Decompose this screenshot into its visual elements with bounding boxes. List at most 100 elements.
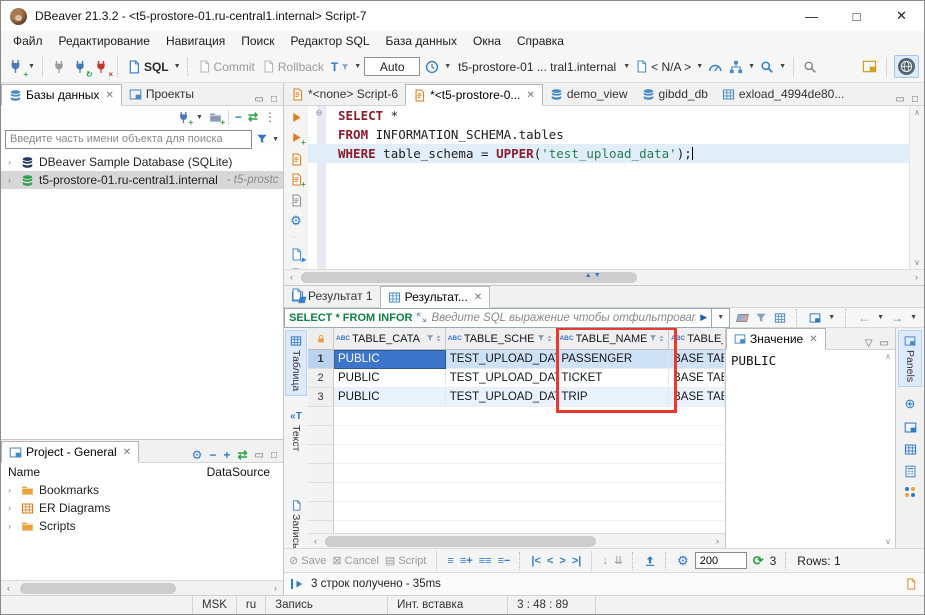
fetch-size-input[interactable] <box>695 552 747 569</box>
column-header-table-catalog[interactable]: ABCTABLE_CATA <box>334 328 446 350</box>
close-icon[interactable]: ✕ <box>105 90 113 101</box>
grid-cell[interactable]: TEST_UPLOAD_DAT <box>446 350 558 369</box>
scroll-up-icon[interactable]: ∧ <box>914 108 920 117</box>
status-language[interactable]: ru <box>237 596 266 614</box>
connection-dropdown[interactable]: ▼ <box>623 63 630 70</box>
maximize-view-icon[interactable]: □ <box>271 94 277 105</box>
fetch-all-icon[interactable]: ⇊ <box>614 554 623 567</box>
expand-chevron-icon[interactable]: › <box>8 485 16 495</box>
panel-minimize-icon[interactable]: ▭ <box>880 338 889 349</box>
expand-icon[interactable]: + <box>223 448 230 462</box>
scroll-track[interactable] <box>299 270 909 285</box>
value-viewer-panel-icon[interactable] <box>904 421 917 434</box>
row-number[interactable]: 1 <box>308 350 334 369</box>
scroll-left-icon[interactable]: ‹ <box>1 581 16 596</box>
grid-cell[interactable]: BASE TABLE <box>669 388 725 407</box>
grid-corner-readonly-lock-icon[interactable] <box>308 328 334 350</box>
status-timezone[interactable]: MSK <box>193 596 237 614</box>
quick-search-icon[interactable] <box>801 58 819 76</box>
object-search-input[interactable] <box>5 130 252 149</box>
value-scrollbar[interactable]: ∧ ∨ <box>881 350 895 548</box>
apply-filter-icon[interactable]: ▶ <box>700 312 707 323</box>
panels-tab[interactable]: Panels <box>898 330 922 387</box>
delete-row-icon[interactable]: ≡− <box>498 555 511 567</box>
sql-editor-button[interactable]: SQL <box>125 58 171 76</box>
dashboard-button[interactable] <box>706 58 724 76</box>
close-icon[interactable]: ✕ <box>123 447 131 458</box>
last-page-icon[interactable]: >| <box>572 555 582 567</box>
menu-edit[interactable]: Редактирование <box>51 34 158 48</box>
menu-search[interactable]: Поиск <box>233 34 282 48</box>
settings-gear-icon[interactable]: ⚙ <box>192 448 203 462</box>
rollback-button[interactable]: Rollback <box>260 58 326 76</box>
aggregate-panel-icon[interactable] <box>904 443 917 456</box>
close-icon[interactable]: ✕ <box>526 90 534 101</box>
grid-cell[interactable]: PUBLIC <box>334 388 446 407</box>
row-number[interactable]: 3 <box>308 388 334 407</box>
timer-dropdown[interactable]: ▼ <box>444 63 451 70</box>
connect-button[interactable] <box>50 58 68 76</box>
scroll-left-icon[interactable]: ‹ <box>308 534 323 549</box>
close-icon[interactable]: ✕ <box>809 334 817 345</box>
metadata-panel-icon[interactable] <box>905 487 915 497</box>
filter-dropdown[interactable]: ▼ <box>272 136 279 143</box>
cancel-button[interactable]: ⊠ Cancel <box>332 554 379 567</box>
grid-cell[interactable]: PUBLIC <box>334 369 446 388</box>
execute-new-tab-button[interactable]: + <box>290 131 303 144</box>
maximize-editor-icon[interactable]: □ <box>912 94 918 105</box>
references-panel-icon[interactable]: ⊕ <box>905 396 916 412</box>
tree-item-bookmarks[interactable]: › Bookmarks <box>1 481 283 499</box>
menu-file[interactable]: Файл <box>5 34 51 48</box>
tab-result-2[interactable]: Результат... ✕ <box>380 286 491 308</box>
explain-plan-button[interactable] <box>290 193 303 207</box>
new-connection-dropdown[interactable]: ▼ <box>28 63 35 70</box>
tree-item-er-diagrams[interactable]: › ER Diagrams <box>1 499 283 517</box>
tab-gibdd-db[interactable]: gibdd_db <box>635 83 715 105</box>
schema-dropdown[interactable]: ▼ <box>696 63 703 70</box>
nav-forward-dropdown[interactable]: ▼ <box>910 314 917 321</box>
close-icon[interactable]: ✕ <box>474 292 482 303</box>
scroll-track[interactable] <box>323 534 710 548</box>
minimize-view-icon[interactable]: ▭ <box>255 450 264 461</box>
close-button[interactable]: ✕ <box>879 1 924 31</box>
fetch-next-icon[interactable]: ↓ <box>602 555 608 567</box>
first-page-icon[interactable]: |< <box>531 555 541 567</box>
transaction-log-button[interactable]: T <box>329 58 351 76</box>
filter-history-dropdown[interactable]: ▼ <box>712 308 730 328</box>
grid-settings-gear-icon[interactable]: ⚙ <box>677 553 689 569</box>
presentation-tab-record[interactable]: Запись <box>285 495 307 553</box>
save-button[interactable]: ⊘ Save <box>289 554 326 567</box>
link-with-editor-icon[interactable]: ⇄ <box>237 448 247 462</box>
status-cursor-position[interactable]: 3 : 48 : 89 <box>508 596 596 614</box>
row-number[interactable]: 2 <box>308 369 334 388</box>
prev-page-icon[interactable]: < <box>547 555 553 567</box>
sash-resize-arrows[interactable]: ▲▼ <box>585 272 603 279</box>
scroll-left-icon[interactable]: ‹ <box>284 270 299 285</box>
minimize-button[interactable]: — <box>789 1 834 31</box>
tab-script-6[interactable]: *<none> Script-6 <box>284 83 405 105</box>
column-header-table-type[interactable]: ABCTABLE_TYI <box>669 328 725 350</box>
presentation-tab-text[interactable]: «T Текст <box>285 406 307 456</box>
connection-type-dropdown[interactable]: ▼ <box>196 114 203 121</box>
panel-menu-icon[interactable]: ▽ <box>865 338 873 349</box>
menu-sql-editor[interactable]: Редактор SQL <box>282 34 377 48</box>
refresh-icon[interactable]: ⟳ <box>753 553 764 569</box>
save-filter-funnel-icon[interactable] <box>755 312 767 324</box>
filter-expression-input[interactable] <box>431 312 696 324</box>
commit-button[interactable]: Commit <box>196 58 257 76</box>
maximize-view-icon[interactable]: □ <box>271 450 277 461</box>
link-with-editor-icon[interactable]: ⇄ <box>248 110 258 124</box>
grid-cell[interactable]: TEST_UPLOAD_DAT <box>446 369 558 388</box>
tab-projects[interactable]: Проекты <box>122 83 201 105</box>
grid-cell[interactable]: TICKET <box>557 369 669 388</box>
new-connection-button[interactable]: + <box>6 57 25 76</box>
export-results-icon[interactable] <box>644 555 656 567</box>
column-header-table-name[interactable]: ABCTABLE_NAME <box>557 328 669 350</box>
panels-config-icon[interactable] <box>809 312 821 324</box>
column-name[interactable]: Name <box>8 465 40 479</box>
grid-cell[interactable]: BASE TABLE <box>669 369 725 388</box>
value-content[interactable]: PUBLIC <box>726 350 881 548</box>
execute-script-new-tab-button[interactable]: + <box>290 173 303 186</box>
tab-databases[interactable]: Базы данных ✕ <box>1 84 122 106</box>
nav-forward-icon[interactable]: → <box>891 311 903 325</box>
